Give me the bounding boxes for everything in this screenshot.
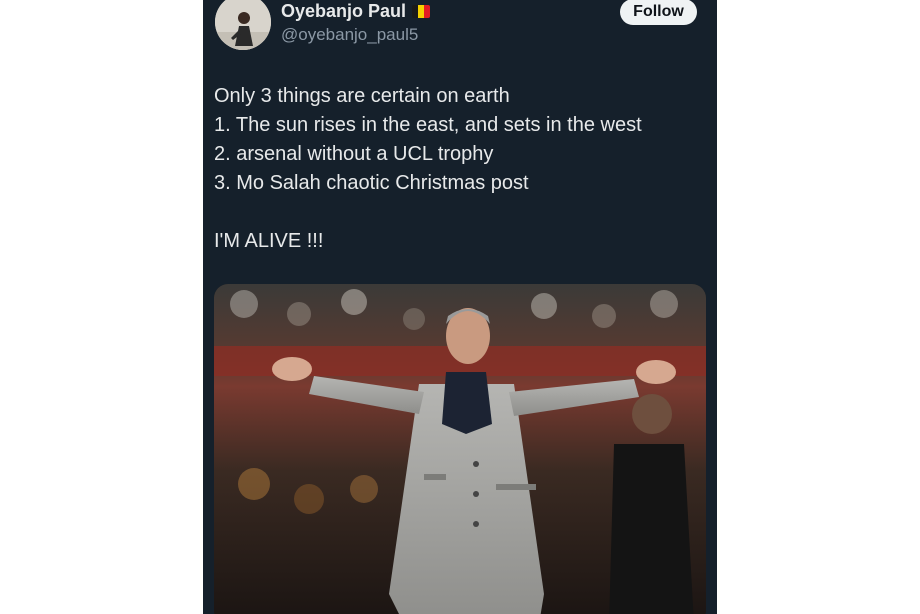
photo-icon	[214, 284, 706, 614]
tweet-text: Only 3 things are certain on earth 1. Th…	[214, 82, 704, 256]
tweet-media[interactable]	[214, 284, 706, 614]
author-handle[interactable]: @oyebanjo_paul5	[281, 25, 418, 45]
follow-button[interactable]: Follow	[620, 0, 697, 25]
tweet-line: Only 3 things are certain on earth	[214, 85, 510, 107]
avatar-icon	[215, 0, 271, 50]
tweet-line: 1. The sun rises in the east, and sets i…	[214, 114, 642, 136]
tweet-closing-line: I'M ALIVE !!!	[214, 230, 324, 252]
tweet-card: Oyebanjo Paul @oyebanjo_paul5 Follow Onl…	[203, 0, 717, 614]
tweet-line: 2. arsenal without a UCL trophy	[214, 143, 494, 165]
author-name-row: Oyebanjo Paul	[281, 0, 431, 22]
avatar[interactable]	[215, 0, 271, 50]
belgium-flag-icon	[412, 4, 431, 18]
author-name[interactable]: Oyebanjo Paul	[281, 1, 406, 22]
tweet-line: 3. Mo Salah chaotic Christmas post	[214, 172, 529, 194]
